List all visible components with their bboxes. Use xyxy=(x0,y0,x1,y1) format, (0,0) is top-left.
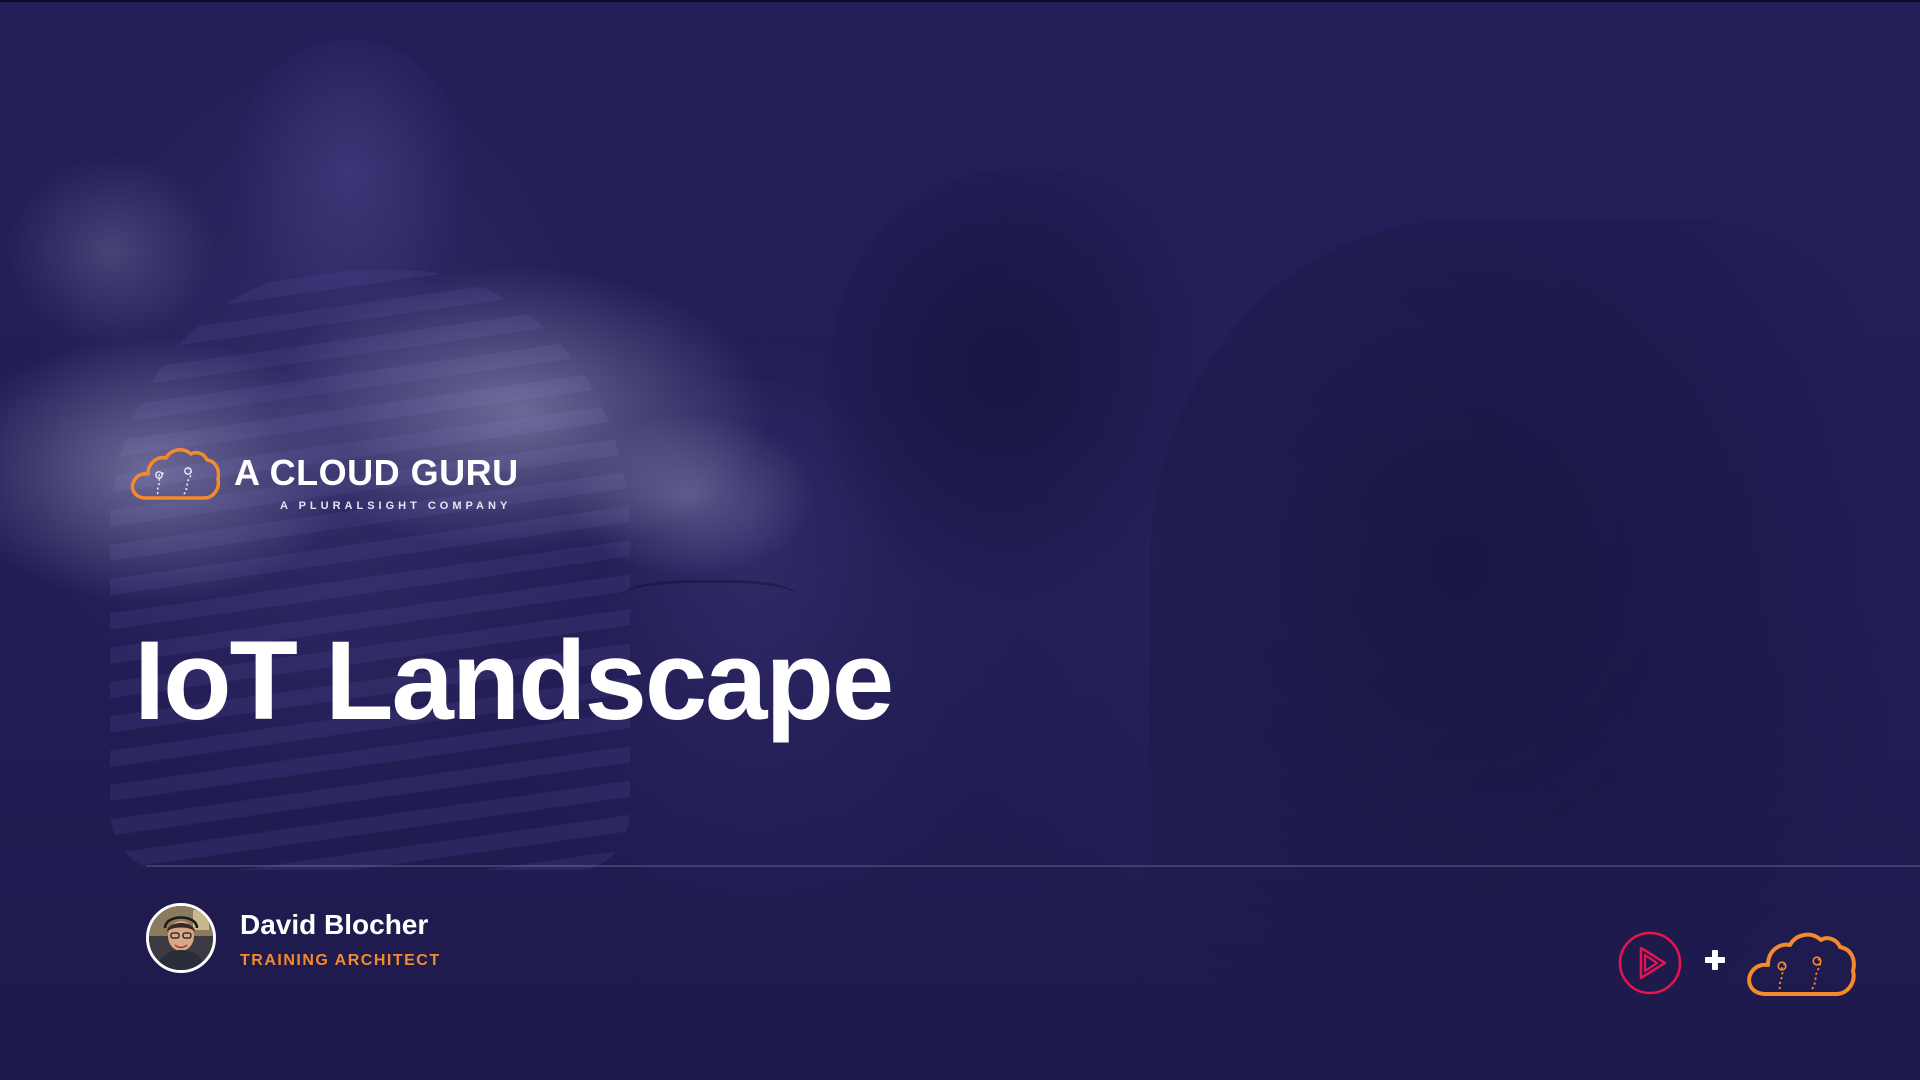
cloud-logo-icon xyxy=(130,448,220,500)
plus-icon xyxy=(1705,950,1725,970)
cloud-logo-icon xyxy=(1747,932,1856,996)
divider xyxy=(146,865,1920,867)
brand-name: A CLOUD GURU xyxy=(234,452,519,493)
background-photo-person xyxy=(230,40,470,340)
brand-tagline: A PLURALSIGHT COMPANY xyxy=(280,500,512,512)
brand-logo: A CLOUD GURU A PLURALSIGHT COMPANY xyxy=(128,444,548,524)
presenter-role: TRAINING ARCHITECT xyxy=(240,952,441,969)
avatar-photo xyxy=(149,906,213,970)
slide-title: IoT Landscape xyxy=(134,618,894,743)
avatar xyxy=(146,903,216,973)
background-photo-person xyxy=(830,170,1220,610)
background-cloud xyxy=(560,410,820,580)
presenter-name: David Blocher xyxy=(240,909,429,940)
background-photo-person xyxy=(110,270,630,870)
top-rule xyxy=(0,0,1920,2)
pluralsight-play-icon xyxy=(1618,931,1682,995)
background-cloud xyxy=(0,150,220,350)
title-slide: A CLOUD GURU A PLURALSIGHT COMPANY IoT L… xyxy=(0,0,1920,1080)
background-photo-glasses xyxy=(620,580,800,623)
